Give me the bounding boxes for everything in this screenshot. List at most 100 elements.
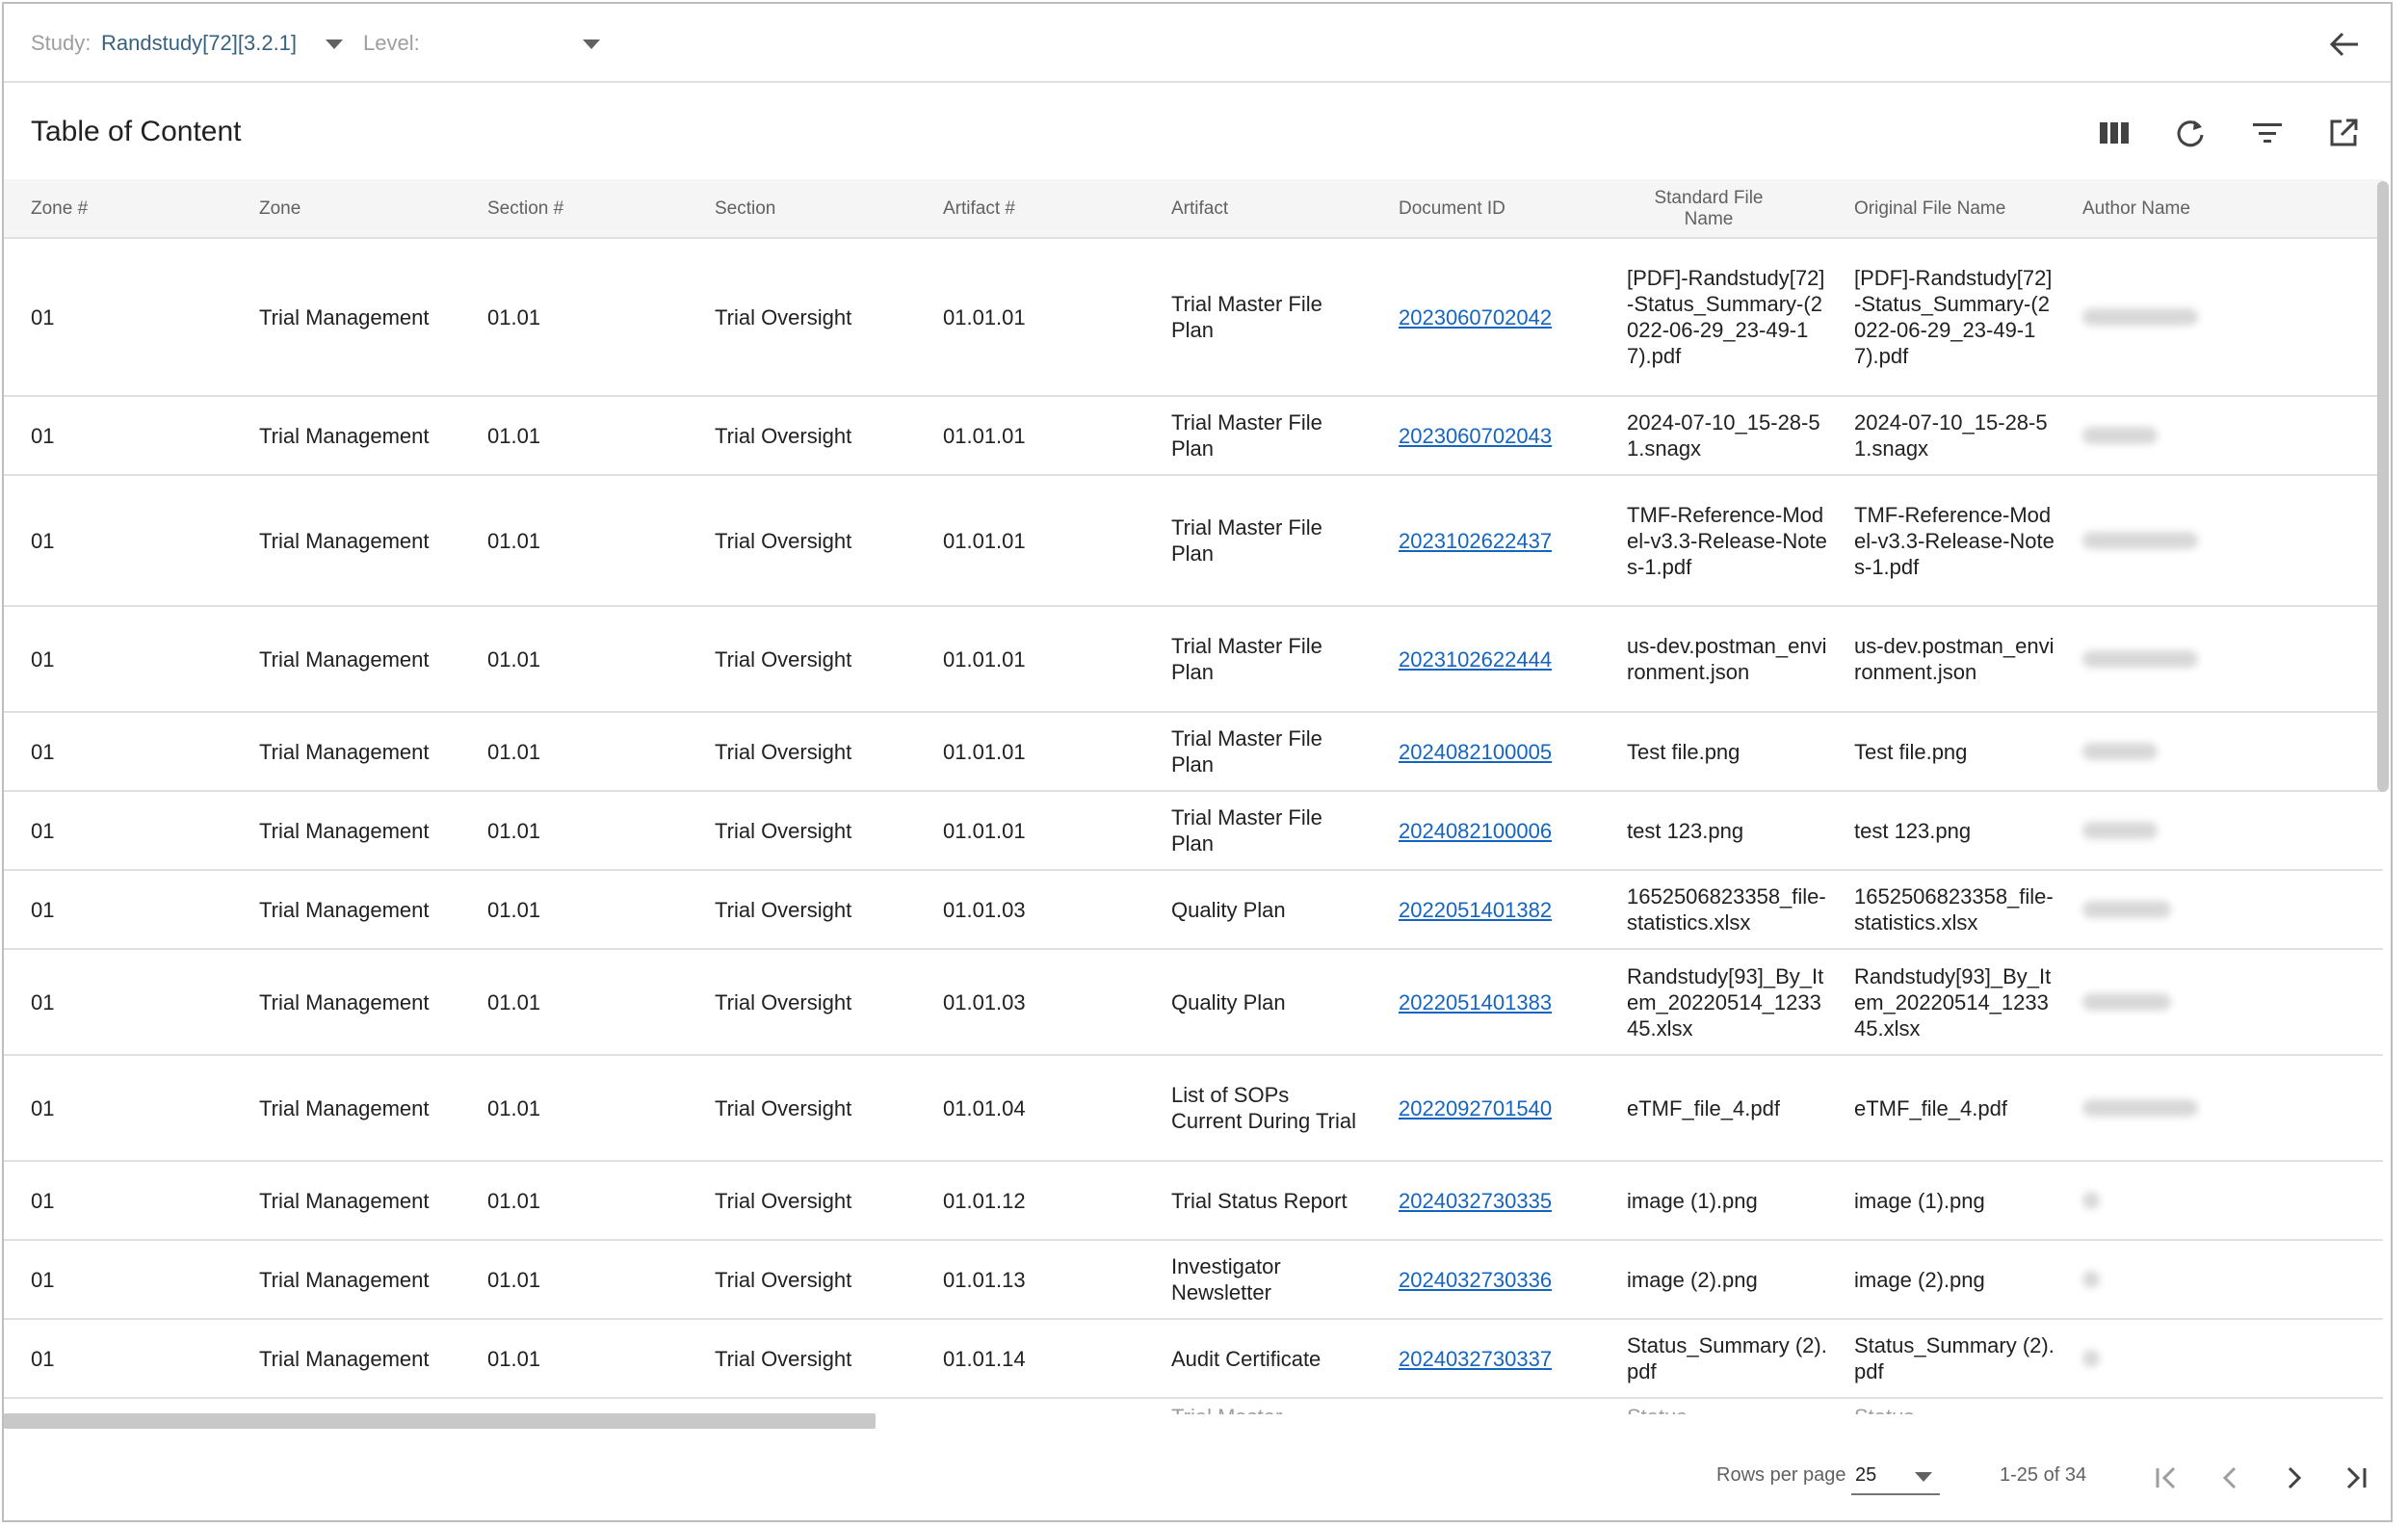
cell-author-name bbox=[2082, 1056, 2198, 1160]
document-id-link[interactable]: 2023060702043 bbox=[1399, 423, 1552, 449]
table-row[interactable]: 01 Trial Management 01.01 Trial Oversight 01… bbox=[4, 950, 2383, 1056]
cell-document-id[interactable]: 2022051401382 bbox=[1399, 871, 1552, 948]
rows-per-page-select[interactable]: 25 bbox=[1851, 1457, 1940, 1495]
cell-zone-no: 01 bbox=[31, 304, 55, 329]
cell-standard-file-name: Status_Summary (2).pdf bbox=[1627, 1333, 1827, 1383]
column-header-artifact[interactable]: Artifact bbox=[1171, 179, 1228, 239]
table-row[interactable]: 01 Trial Management 01.01 Trial Oversight 01… bbox=[4, 871, 2383, 950]
horizontal-scrollbar[interactable] bbox=[4, 1413, 876, 1429]
study-label: Study: bbox=[31, 31, 92, 55]
cell-artifact-no: 01.01.13 bbox=[943, 1267, 1026, 1292]
document-id-link[interactable]: 2024032730336 bbox=[1399, 1267, 1552, 1293]
column-header-document-id[interactable]: Document ID bbox=[1399, 179, 1505, 239]
table-row[interactable]: 01 Trial Management 01.01 Trial Oversight 01… bbox=[4, 713, 2383, 792]
table-row[interactable]: 01 Trial Management 01.01 Trial Oversight 01… bbox=[4, 476, 2383, 607]
cell-original-file-name: test 123.png bbox=[1854, 818, 1972, 843]
cell-document-id[interactable]: 2024082100006 bbox=[1399, 792, 1552, 869]
cell-section: Trial Oversight bbox=[715, 897, 852, 922]
document-id-link[interactable]: 2024082100006 bbox=[1399, 818, 1552, 844]
cell-document-id[interactable]: 2024032730335 bbox=[1399, 1162, 1552, 1239]
partial-row-orig: Status_ bbox=[1854, 1405, 1926, 1414]
cell-zone-no: 01 bbox=[31, 739, 55, 764]
cell-artifact: Trial Master File Plan bbox=[1171, 726, 1322, 777]
cell-zone: Trial Management bbox=[259, 818, 430, 843]
document-id-link[interactable]: 2022051401382 bbox=[1399, 897, 1552, 923]
cell-document-id[interactable]: 2024082100005 bbox=[1399, 713, 1552, 790]
cell-original-file-name: Status_Summary (2).pdf bbox=[1854, 1333, 2055, 1383]
cell-document-id[interactable]: 2024032730337 bbox=[1399, 1320, 1552, 1397]
document-id-link[interactable]: 2024082100005 bbox=[1399, 739, 1552, 765]
table-row[interactable]: 01 Trial Management 01.01 Trial Oversight 01… bbox=[4, 239, 2383, 397]
cell-section-no: 01.01 bbox=[487, 646, 541, 672]
filter-icon[interactable] bbox=[2246, 112, 2289, 154]
table-row[interactable]: 01 Trial Management 01.01 Trial Oversight 01… bbox=[4, 397, 2383, 476]
cell-original-file-name: [PDF]-Randstudy[72]-Status_Summary-(2022… bbox=[1854, 266, 2053, 368]
table-row[interactable]: 01 Trial Management 01.01 Trial Oversight 01… bbox=[4, 1056, 2383, 1162]
open-in-new-icon[interactable] bbox=[2322, 112, 2365, 154]
column-header-section[interactable]: Section bbox=[715, 179, 775, 239]
app-window: Study: Randstudy[72][3.2.1] Level: Table… bbox=[2, 2, 2393, 1522]
cell-document-id[interactable]: 2023102622444 bbox=[1399, 607, 1552, 711]
cell-artifact: Quality Plan bbox=[1171, 989, 1286, 1014]
column-header-zone[interactable]: Zone bbox=[259, 179, 301, 239]
table-row[interactable]: 01 Trial Management 01.01 Trial Oversight 01… bbox=[4, 792, 2383, 871]
redacted-author bbox=[2082, 743, 2158, 760]
study-chevron-down-icon[interactable] bbox=[326, 40, 343, 49]
cell-standard-file-name: 1652506823358_file-statistics.xlsx bbox=[1627, 884, 1826, 935]
cell-document-id[interactable]: 2022051401383 bbox=[1399, 950, 1552, 1054]
cell-zone-no: 01 bbox=[31, 1188, 55, 1213]
refresh-icon[interactable] bbox=[2169, 112, 2212, 154]
cell-document-id[interactable]: 2024032730336 bbox=[1399, 1241, 1552, 1318]
cell-artifact-no: 01.01.01 bbox=[943, 739, 1026, 764]
document-id-link[interactable]: 2022092701540 bbox=[1399, 1095, 1552, 1121]
document-id-link[interactable]: 2023102622444 bbox=[1399, 646, 1552, 672]
cell-section: Trial Oversight bbox=[715, 739, 852, 764]
cell-section-no: 01.01 bbox=[487, 1095, 541, 1120]
redacted-author bbox=[2082, 1099, 2198, 1117]
table-row[interactable]: 01 Trial Management 01.01 Trial Oversight 01… bbox=[4, 1241, 2383, 1320]
column-header-zone-no[interactable]: Zone # bbox=[31, 179, 88, 239]
column-header-standard-file-name[interactable]: Standard File Name bbox=[1632, 179, 1786, 239]
cell-zone: Trial Management bbox=[259, 1095, 430, 1120]
vertical-scrollbar[interactable] bbox=[2377, 181, 2389, 792]
cell-original-file-name: 2024-07-10_15-28-51.snagx bbox=[1854, 410, 2048, 461]
cell-document-id[interactable]: 2023060702043 bbox=[1399, 397, 1552, 474]
cell-section: Trial Oversight bbox=[715, 1267, 852, 1292]
cell-section: Trial Oversight bbox=[715, 304, 852, 329]
cell-standard-file-name: [PDF]-Randstudy[72]-Status_Summary-(2022… bbox=[1627, 266, 1825, 368]
next-page-icon[interactable] bbox=[2272, 1457, 2315, 1499]
table-row[interactable]: 01 Trial Management 01.01 Trial Oversight 01… bbox=[4, 1320, 2383, 1399]
cell-document-id[interactable]: 2023102622437 bbox=[1399, 476, 1552, 605]
cell-author-name bbox=[2082, 239, 2198, 395]
cell-section-no: 01.01 bbox=[487, 1346, 541, 1371]
cell-document-id[interactable]: 2023060702042 bbox=[1399, 239, 1552, 395]
cell-section: Trial Oversight bbox=[715, 1346, 852, 1371]
redacted-author bbox=[2082, 650, 2198, 668]
level-chevron-down-icon[interactable] bbox=[583, 40, 600, 49]
cell-artifact: List of SOPs Current During Trial bbox=[1171, 1083, 1356, 1133]
study-select[interactable]: Randstudy[72][3.2.1] bbox=[101, 31, 297, 56]
cell-zone: Trial Management bbox=[259, 646, 430, 672]
document-id-link[interactable]: 2024032730337 bbox=[1399, 1346, 1552, 1372]
view-columns-icon[interactable] bbox=[2093, 112, 2135, 154]
redacted-author bbox=[2082, 427, 2158, 444]
cell-standard-file-name: image (2).png bbox=[1627, 1267, 1758, 1292]
document-id-link[interactable]: 2022051401383 bbox=[1399, 989, 1552, 1015]
column-header-artifact-no[interactable]: Artifact # bbox=[943, 179, 1015, 239]
column-header-author-name[interactable]: Author Name bbox=[2082, 179, 2190, 239]
table-row[interactable]: 01 Trial Management 01.01 Trial Oversight 01… bbox=[4, 607, 2383, 713]
last-page-icon[interactable] bbox=[2335, 1457, 2377, 1499]
redacted-author bbox=[2082, 532, 2198, 549]
first-page-icon[interactable] bbox=[2145, 1457, 2187, 1499]
column-header-section-no[interactable]: Section # bbox=[487, 179, 563, 239]
previous-page-icon[interactable] bbox=[2210, 1457, 2252, 1499]
document-id-link[interactable]: 2024032730335 bbox=[1399, 1188, 1552, 1214]
column-header-original-file-name[interactable]: Original File Name bbox=[1854, 179, 2005, 239]
cell-document-id[interactable]: 2022092701540 bbox=[1399, 1056, 1552, 1160]
arrow-left-icon[interactable] bbox=[2325, 25, 2364, 64]
table-row[interactable]: 01 Trial Management 01.01 Trial Oversight 01… bbox=[4, 1162, 2383, 1241]
redacted-author bbox=[2082, 901, 2171, 918]
page-title: Table of Content bbox=[31, 116, 242, 147]
document-id-link[interactable]: 2023060702042 bbox=[1399, 304, 1552, 330]
document-id-link[interactable]: 2023102622437 bbox=[1399, 528, 1552, 554]
